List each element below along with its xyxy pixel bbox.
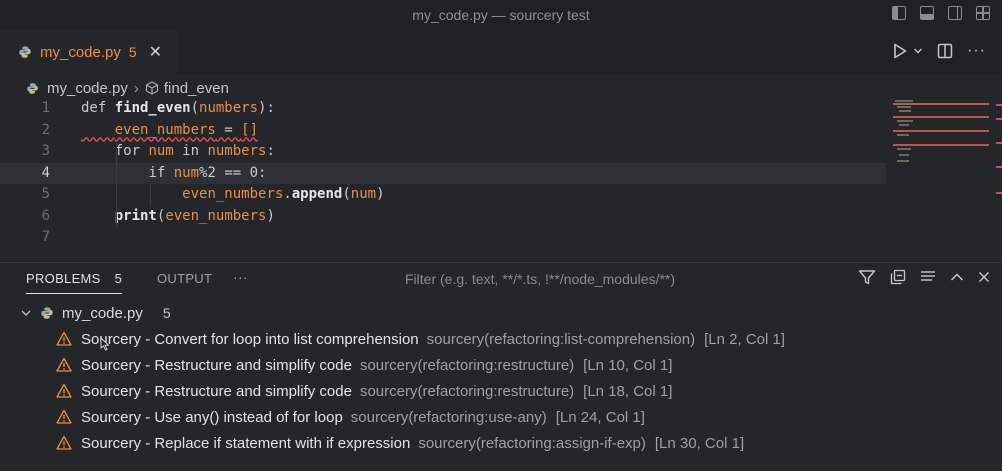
- breadcrumb-file[interactable]: my_code.py: [47, 80, 128, 97]
- code-text: print(even_numbers): [114, 207, 275, 224]
- problem-item[interactable]: Sourcery - Restructure and simplify code…: [56, 378, 672, 404]
- tab-problems[interactable]: PROBLEMS 5: [26, 271, 123, 294]
- customize-layout-icon[interactable]: [976, 6, 990, 20]
- more-icon[interactable]: ···: [967, 42, 986, 60]
- problem-message: Sourcery - Restructure and simplify code: [81, 382, 352, 400]
- code-text: even_numbers = []: [114, 121, 259, 138]
- python-file-icon: [27, 82, 38, 94]
- tab-output[interactable]: OUTPUT: [157, 271, 212, 286]
- panel-tabs: PROBLEMS 5 OUTPUT ··· Filter (e.g. text, …: [0, 263, 1002, 295]
- editor-tab-bar: my_code.py 5 ✕ ···: [0, 30, 1002, 74]
- tab-label: my_code.py: [40, 43, 121, 61]
- code-line[interactable]: 6 print(even_numbers): [0, 206, 886, 228]
- editor-actions: ···: [893, 42, 986, 60]
- tab-problem-count: 5: [128, 44, 137, 60]
- code-line[interactable]: 5 even_numbers.append(num): [0, 184, 886, 206]
- filter-icon[interactable]: [858, 269, 876, 285]
- problem-location: [Ln 10, Col 1]: [583, 356, 673, 374]
- code-line[interactable]: 2 even_numbers = []: [0, 120, 886, 142]
- line-number: 3: [41, 143, 50, 159]
- problem-source: sourcery(refactoring:list-comprehension): [426, 330, 696, 348]
- problems-file-group[interactable]: my_code.py 5: [20, 301, 171, 325]
- code-text: for num in numbers:: [114, 143, 275, 159]
- problem-location: [Ln 30, Col 1]: [654, 434, 745, 452]
- view-as-list-icon[interactable]: [920, 270, 936, 284]
- problem-item[interactable]: Sourcery - Replace if statement with if …: [56, 430, 744, 456]
- problems-file-count: 5: [162, 305, 171, 321]
- warning-icon: [56, 435, 72, 450]
- problem-source: sourcery(refactoring:restructure): [359, 382, 575, 400]
- line-number: 4: [41, 164, 50, 181]
- problem-location: [Ln 2, Col 1]: [704, 330, 785, 348]
- code-line[interactable]: 7: [0, 227, 886, 249]
- toggle-primary-sidebar-icon[interactable]: [892, 6, 906, 20]
- close-icon[interactable]: ✕: [149, 42, 162, 62]
- chevron-down-icon[interactable]: [913, 46, 923, 56]
- window-title: my_code.py — sourcery test: [412, 7, 590, 23]
- python-file-icon: [19, 46, 31, 58]
- code-line[interactable]: 1 def find_even(numbers):: [0, 98, 886, 120]
- problem-source: sourcery(refactoring:use-any): [350, 408, 547, 426]
- problem-message: Sourcery - Use any() instead of for loop: [81, 408, 343, 426]
- line-number: 7: [41, 229, 50, 245]
- problem-location: [Ln 18, Col 1]: [583, 382, 673, 400]
- mouse-cursor-icon: [100, 337, 110, 351]
- chevron-down-icon[interactable]: [20, 307, 32, 319]
- line-number: 6: [41, 207, 50, 224]
- warning-icon: [56, 331, 72, 346]
- code-line[interactable]: 3 for num in numbers:: [0, 141, 886, 163]
- title-bar: my_code.py — sourcery test: [0, 0, 1002, 30]
- warning-icon: [56, 357, 72, 372]
- code-text: even_numbers.append(num): [182, 186, 385, 202]
- minimap[interactable]: [893, 100, 993, 170]
- indent-guide: [116, 141, 117, 227]
- code-editor[interactable]: 1 def find_even(numbers): 2 even_numbers…: [0, 98, 1002, 258]
- problem-message: Sourcery - Restructure and simplify code: [81, 356, 352, 374]
- bottom-panel: PROBLEMS 5 OUTPUT ··· Filter (e.g. text, …: [0, 262, 1002, 471]
- layout-controls: [892, 6, 990, 20]
- warning-icon: [56, 383, 72, 398]
- split-editor-icon[interactable]: [937, 43, 953, 59]
- tab-problems-label: PROBLEMS: [26, 271, 101, 286]
- problem-location: [Ln 24, Col 1]: [555, 408, 645, 426]
- line-number: 1: [41, 100, 50, 116]
- symbol-method-icon: [145, 81, 158, 95]
- problems-file-name: my_code.py: [62, 304, 143, 322]
- problem-item[interactable]: Sourcery - Convert for loop into list co…: [56, 326, 785, 352]
- breadcrumb-symbol[interactable]: find_even: [164, 80, 229, 97]
- close-icon[interactable]: [978, 271, 990, 283]
- code-text: def find_even(numbers):: [81, 100, 275, 116]
- run-icon[interactable]: [893, 43, 907, 59]
- problem-source: sourcery(refactoring:restructure): [359, 356, 575, 374]
- line-number: 5: [41, 186, 50, 202]
- tab-my-code-py[interactable]: my_code.py 5 ✕: [0, 30, 178, 74]
- python-file-icon: [41, 307, 53, 319]
- maximize-panel-icon[interactable]: [950, 272, 964, 282]
- code-line-active[interactable]: 4 if num%2 == 0:: [0, 162, 886, 184]
- problem-source: sourcery(refactoring:assign-if-exp): [418, 434, 646, 452]
- collapse-all-icon[interactable]: [890, 269, 906, 285]
- line-number: 2: [41, 121, 50, 138]
- more-icon[interactable]: ···: [233, 269, 248, 285]
- filter-input[interactable]: Filter (e.g. text, **/*.ts, !**/node_mod…: [405, 271, 675, 287]
- problem-item[interactable]: Sourcery - Restructure and simplify code…: [56, 352, 672, 378]
- code-text: if num%2 == 0:: [148, 164, 267, 181]
- warning-icon: [56, 409, 72, 424]
- indent-guide: [150, 184, 151, 205]
- chevron-right-icon: ›: [133, 79, 139, 97]
- toggle-panel-icon[interactable]: [920, 6, 934, 20]
- problems-count-badge: 5: [114, 271, 123, 286]
- problem-item[interactable]: Sourcery - Use any() instead of for loop…: [56, 404, 645, 430]
- toggle-secondary-sidebar-icon[interactable]: [948, 6, 962, 20]
- problem-message: Sourcery - Convert for loop into list co…: [81, 330, 419, 348]
- problem-message: Sourcery - Replace if statement with if …: [81, 434, 411, 452]
- panel-actions: [858, 269, 990, 285]
